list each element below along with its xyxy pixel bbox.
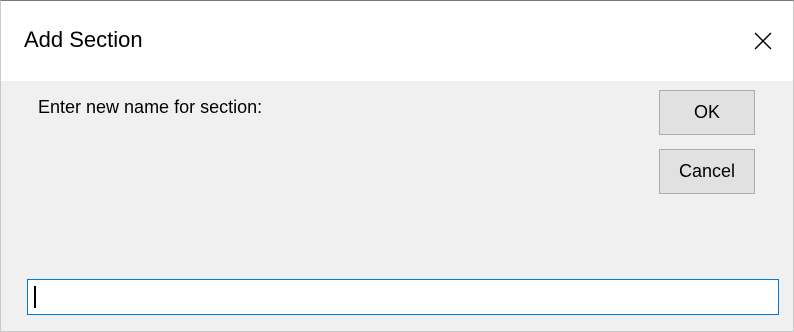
- prompt-label: Enter new name for section:: [38, 97, 263, 117]
- close-button[interactable]: [733, 1, 793, 81]
- title-bar: Add Section: [1, 1, 793, 81]
- close-icon: [754, 32, 772, 50]
- cancel-button[interactable]: Cancel: [659, 149, 755, 194]
- ok-button[interactable]: OK: [659, 90, 755, 135]
- window-title: Add Section: [24, 27, 143, 52]
- section-name-input[interactable]: [27, 279, 779, 315]
- add-section-dialog: Add Section Enter new name for section: …: [0, 0, 794, 332]
- dialog-body: Enter new name for section: OK Cancel: [1, 81, 793, 331]
- text-caret: [34, 286, 36, 308]
